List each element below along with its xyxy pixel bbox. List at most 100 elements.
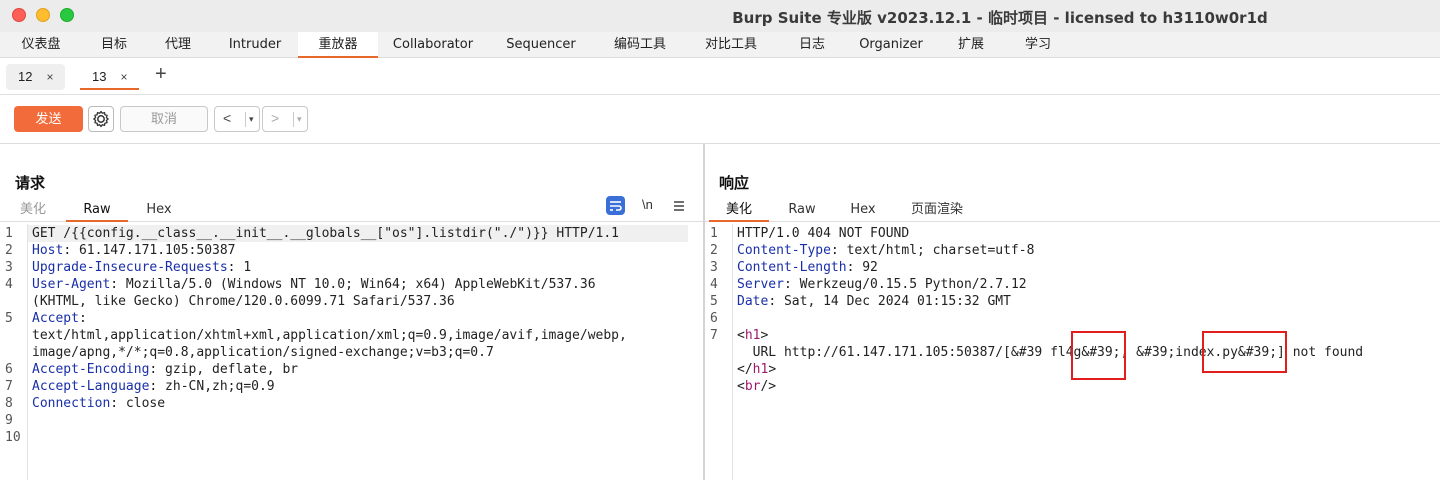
highlight-box-fl4g: [1071, 331, 1126, 380]
main-tab-7[interactable]: 编码工具: [594, 32, 686, 58]
code-line: (KHTML, like Gecko) Chrome/120.0.6099.71…: [32, 294, 455, 309]
code-line: Content-Type: text/html; charset=utf-8: [737, 243, 1034, 258]
show-newlines-toggle[interactable]: \n: [642, 197, 653, 212]
window-title: Burp Suite 专业版 v2023.12.1 - 临时项目 - licen…: [732, 9, 1268, 27]
main-tab-8[interactable]: 对比工具: [686, 32, 776, 58]
forward-history-dropdown[interactable]: ▾: [293, 112, 302, 127]
main-tab-5[interactable]: Collaborator: [378, 32, 488, 58]
response-tab-0[interactable]: 美化: [709, 200, 769, 222]
repeater-tab-12[interactable]: 12 ×: [6, 64, 66, 90]
code-text: : text/html; charset=utf-8: [830, 243, 1035, 258]
repeater-tab-13[interactable]: 13 ×: [80, 64, 140, 90]
code-line: Server: Werkzeug/0.15.5 Python/2.7.12: [737, 277, 1027, 292]
main-tab-0[interactable]: 仪表盘: [6, 32, 76, 58]
html-tag-name: h1: [744, 328, 761, 343]
main-tab-9[interactable]: 日志: [776, 32, 848, 58]
code-text: :: [78, 311, 87, 326]
line-number: 9: [5, 413, 13, 428]
response-tab-1[interactable]: Raw: [775, 200, 829, 222]
line-number: 7: [5, 379, 13, 394]
response-tab-2[interactable]: Hex: [835, 200, 891, 222]
code-text: : Werkzeug/0.15.5 Python/2.7.12: [783, 277, 1027, 292]
menu-icon[interactable]: [672, 199, 686, 213]
code-line: Connection: close: [32, 396, 165, 411]
code-line: <br/>: [737, 379, 776, 394]
code-text: : gzip, deflate, br: [149, 362, 299, 377]
code-text: : 1: [227, 260, 252, 275]
main-tab-1[interactable]: 目标: [76, 32, 152, 58]
html-tag-name: br: [744, 379, 761, 394]
code-line: Content-Length: 92: [737, 260, 878, 275]
code-text: >: [768, 362, 777, 377]
forward-button[interactable]: > ▾: [262, 106, 308, 132]
main-tab-12[interactable]: 学习: [1008, 32, 1068, 58]
code-text: : Mozilla/5.0 (Windows NT 10.0; Win64; x…: [110, 277, 596, 292]
header-name: Accept-Language: [32, 379, 150, 394]
back-history-dropdown[interactable]: ▾: [245, 112, 254, 127]
code-line: text/html,application/xhtml+xml,applicat…: [32, 328, 627, 343]
repeater-tab-bar: + 12 × 13 ×: [0, 59, 1440, 95]
header-name: Accept-Encoding: [32, 362, 150, 377]
main-tab-4[interactable]: 重放器: [298, 32, 378, 58]
request-view-tabs: 美化 Raw Hex: [0, 198, 703, 222]
code-text: (KHTML, like Gecko) Chrome/120.0.6099.71…: [32, 294, 455, 309]
main-tab-10[interactable]: Organizer: [848, 32, 934, 58]
code-line: Accept-Encoding: gzip, deflate, br: [32, 362, 298, 377]
code-text: <: [737, 328, 745, 343]
code-line: GET /{{config.__class__.__init__.__globa…: [32, 226, 619, 241]
repeater-tab-label: 13: [92, 69, 107, 84]
code-text: : 92: [846, 260, 878, 275]
main-tab-6[interactable]: Sequencer: [488, 32, 594, 58]
line-number: 1: [710, 226, 718, 241]
code-line: User-Agent: Mozilla/5.0 (Windows NT 10.0…: [32, 277, 596, 292]
header-name: Host: [32, 243, 64, 258]
response-tab-3[interactable]: 页面渲染: [901, 200, 973, 222]
settings-button[interactable]: [88, 106, 114, 132]
request-editor[interactable]: 1 GET /{{config.__class__.__init__.__glob…: [0, 224, 703, 480]
request-title: 请求: [15, 174, 46, 192]
chevron-right-icon: >: [271, 110, 280, 126]
request-tab-1[interactable]: Raw: [66, 200, 128, 222]
header-name: Accept: [32, 311, 79, 326]
main-tab-2[interactable]: 代理: [152, 32, 204, 58]
header-name: User-Agent: [32, 277, 111, 292]
close-tab-icon[interactable]: ×: [120, 70, 127, 84]
back-button[interactable]: < ▾: [214, 106, 260, 132]
code-text: HTTP/1.0 404 NOT FOUND: [737, 226, 910, 241]
line-number: 4: [5, 277, 13, 292]
header-name: Date: [737, 294, 769, 309]
html-tag-name: h1: [752, 362, 769, 377]
line-number: 5: [710, 294, 718, 309]
cancel-button[interactable]: 取消: [120, 106, 208, 132]
request-tab-2[interactable]: Hex: [132, 200, 186, 222]
line-number: 4: [710, 277, 718, 292]
highlight-box-index-py: [1202, 331, 1287, 373]
send-button[interactable]: 发送: [14, 106, 83, 132]
code-line: HTTP/1.0 404 NOT FOUND: [737, 226, 909, 241]
code-line: Date: Sat, 14 Dec 2024 01:15:32 GMT: [737, 294, 1011, 309]
code-text: <: [737, 379, 745, 394]
add-tab-plus-icon[interactable]: +: [155, 63, 167, 86]
word-wrap-icon[interactable]: [606, 196, 625, 215]
line-number: 2: [5, 243, 13, 258]
main-tab-3[interactable]: Intruder: [204, 32, 306, 58]
header-name: Connection: [32, 396, 111, 411]
code-line: Accept:: [32, 311, 87, 326]
main-tab-bar: 仪表盘 目标 代理 Intruder 重放器 Collaborator Sequencer 编…: [0, 32, 1440, 58]
main-tab-11[interactable]: 扩展: [934, 32, 1008, 58]
line-number: 7: [710, 328, 718, 343]
request-tab-0[interactable]: 美化: [8, 200, 58, 222]
line-number: 1: [5, 226, 13, 241]
code-text: </: [737, 362, 753, 377]
line-number: 5: [5, 311, 13, 326]
request-panel: 请求 美化 Raw Hex \n 1 GET /{{config.__class__.…: [0, 144, 703, 480]
code-line: </h1>: [737, 362, 776, 377]
header-name: Upgrade-Insecure-Requests: [32, 260, 228, 275]
close-tab-icon[interactable]: ×: [46, 70, 53, 84]
code-text: GET /{{config.__class__.__init__.__globa…: [32, 226, 619, 241]
response-panel: 响应 美化 Raw Hex 页面渲染 1 HTTP/1.0 404 NOT FOUND 2…: [705, 144, 1440, 480]
repeater-toolbar: 发送 取消 < ▾ > ▾: [0, 95, 1440, 143]
gear-icon: [93, 110, 109, 128]
line-number: 10: [5, 430, 21, 445]
code-text: : 61.147.171.105:50387: [63, 243, 236, 258]
